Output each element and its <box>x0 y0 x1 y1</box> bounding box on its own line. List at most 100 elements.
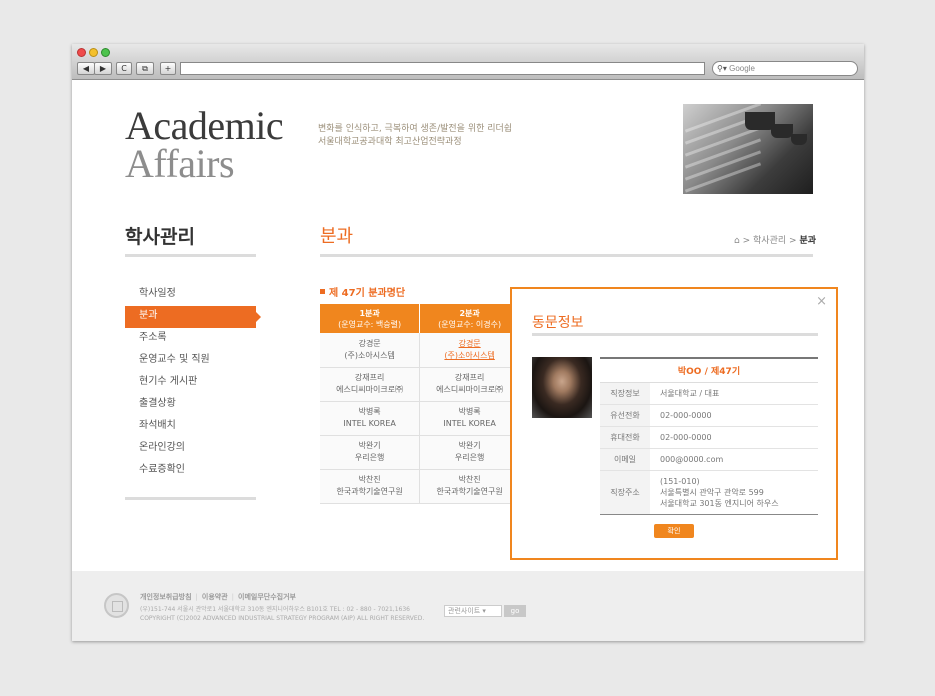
profile-photo <box>532 357 592 418</box>
member-org: 한국과학기술연구원 <box>436 487 503 496</box>
column-name: 2분과 <box>459 308 480 318</box>
column-name: 1분과 <box>359 308 380 318</box>
confirm-button[interactable]: 확인 <box>654 524 694 538</box>
browser-window: ◀ ▶ C ⧉ + ⚲▾ Google Academic Affairs 변화를… <box>72 44 864 641</box>
member-name: 박병록 <box>458 407 481 416</box>
member-cell[interactable]: 박완기우리은행 <box>419 435 520 470</box>
member-org: INTEL KOREA <box>343 419 396 428</box>
member-org: 우리은행 <box>354 453 385 462</box>
member-name: 박완기 <box>358 441 381 450</box>
sidebar-nav: 학사일정 분과 주소록 운영교수 및 직원 현기수 게시판 출결상황 좌석배치 … <box>125 284 261 482</box>
sidebar-item-board[interactable]: 현기수 게시판 <box>125 372 256 394</box>
breadcrumb-current: 분과 <box>799 236 816 246</box>
member-cell[interactable]: 박완기우리은행 <box>320 435 421 470</box>
member-org: 에스디씨마이크로㈜ <box>436 385 504 394</box>
member-org: INTEL KOREA <box>443 419 496 428</box>
sidebar-item-certificate[interactable]: 수료증확인 <box>125 460 256 482</box>
breadcrumb: ⌂ > 학사관리 > 분과 <box>734 233 816 246</box>
member-cell[interactable]: 박병록 INTEL KOREA <box>419 401 520 436</box>
popup-title-divider <box>532 333 818 336</box>
reload-button[interactable]: C <box>116 62 132 75</box>
member-cell[interactable]: 강경문 (주)소아시스템 <box>320 333 421 368</box>
footer-links: 개인정보취급방침 | 이용약관 | 이메일무단수집거부 <box>140 592 296 602</box>
detail-row: 유선전화 02-000-0000 <box>600 404 818 427</box>
sidebar-item-attendance[interactable]: 출결상황 <box>125 394 256 416</box>
table-row: 박병록 INTEL KOREA 박병록 INTEL KOREA <box>320 401 520 436</box>
member-name: 강경문 <box>358 338 381 348</box>
member-cell[interactable]: 박찬진 한국과학기술연구원 <box>320 469 421 504</box>
footer-copyright: COPYRIGHT (C)2002 ADVANCED INDUSTRIAL ST… <box>140 615 425 622</box>
member-cell[interactable]: 강재프리 에스디씨마이크로㈜ <box>419 367 520 402</box>
column-professor: (운영교수: 이경수) <box>438 319 502 329</box>
detail-label: 휴대전화 <box>600 426 650 449</box>
tagline-line1: 변화를 인식하고, 극복하여 생존/발전을 위한 리더쉽 <box>318 124 513 134</box>
table-row: 박찬진 한국과학기술연구원 박찬진 한국과학기술연구원 <box>320 469 520 504</box>
close-window-button[interactable] <box>77 48 86 57</box>
member-name: 강경문 <box>458 338 481 348</box>
sidebar-title-divider <box>125 254 256 257</box>
zoom-window-button[interactable] <box>101 48 110 57</box>
sidebar-title: 학사관리 <box>125 226 195 248</box>
detail-value: 000@0000.com <box>650 448 818 471</box>
tagline: 변화를 인식하고, 극복하여 생존/발전을 위한 리더쉽 서울대학교공과대학 최… <box>318 123 512 149</box>
bookmarks-button[interactable]: ⧉ <box>136 62 154 75</box>
new-tab-button[interactable]: + <box>160 62 176 75</box>
alumni-detail-table: 박OO / 제47기 직장정보 서울대학교 / 대표 유선전화 02-000-0… <box>600 357 818 515</box>
sidebar-item-online-lecture[interactable]: 온라인강의 <box>125 438 256 460</box>
member-name: 강재프리 <box>354 373 385 382</box>
column-professor: (운영교수: 백승렬) <box>338 319 402 329</box>
member-name: 박완기 <box>458 441 481 450</box>
email-policy-link[interactable]: 이메일무단수집거부 <box>238 593 296 601</box>
division-roster-table: 1분과 (운영교수: 백승렬) 2분과 (운영교수: 이경수) 강경문 (주)소아시스… <box>320 304 520 504</box>
terms-link[interactable]: 이용약관 <box>202 593 228 601</box>
address-line: (151-010) <box>660 476 700 486</box>
sidebar-item-schedule[interactable]: 학사일정 <box>125 284 256 306</box>
roster-column-header: 2분과 (운영교수: 이경수) <box>419 304 520 333</box>
member-name: 박병록 <box>358 407 381 416</box>
content-title-divider <box>320 254 813 257</box>
tagline-line2: 서울대학교공과대학 최고산업전략과정 <box>318 137 462 147</box>
address-bar[interactable] <box>180 62 705 75</box>
roster-header-row: 1분과 (운영교수: 백승렬) 2분과 (운영교수: 이경수) <box>320 304 520 333</box>
address-line: 서울대학교 301동 엔지니어 하우스 <box>660 498 779 508</box>
roster-title: 제 47기 분과명단 <box>320 284 405 299</box>
logo-affairs[interactable]: Affairs <box>125 144 235 184</box>
member-org: (주)소아시스템 <box>344 350 395 360</box>
sidebar-item-faculty-staff[interactable]: 운영교수 및 직원 <box>125 350 256 372</box>
square-bullet-icon <box>320 289 325 294</box>
roster-column-header: 1분과 (운영교수: 백승렬) <box>320 304 421 333</box>
minimize-window-button[interactable] <box>89 48 98 57</box>
detail-row: 직장정보 서울대학교 / 대표 <box>600 382 818 405</box>
breadcrumb-separator: > <box>742 236 751 246</box>
member-cell-selected[interactable]: 강경문 (주)소아시스템 <box>419 333 520 368</box>
search-icon: ⚲▾ <box>717 64 730 73</box>
back-button[interactable]: ◀ <box>77 62 95 75</box>
detail-row-address: 직장주소 (151-010) 서울특별시 관악구 관악로 599 서울대학교 3… <box>600 470 818 515</box>
related-sites-select[interactable]: 관련사이트 ▾ <box>444 605 502 617</box>
breadcrumb-parent[interactable]: 학사관리 <box>753 236 786 246</box>
roster-title-text: 제 47기 분과명단 <box>329 288 406 299</box>
member-cell[interactable]: 박병록 INTEL KOREA <box>320 401 421 436</box>
detail-row: 이메일 000@0000.com <box>600 448 818 471</box>
close-icon[interactable]: × <box>816 294 827 309</box>
logo-academic[interactable]: Academic <box>125 106 284 146</box>
member-org: (주)소아시스템 <box>444 350 495 360</box>
home-icon[interactable]: ⌂ <box>734 236 740 246</box>
sidebar-item-seating[interactable]: 좌석배치 <box>125 416 256 438</box>
popup-title: 동문정보 <box>532 315 584 331</box>
go-button[interactable]: go <box>504 605 526 617</box>
footer-address-line: (우)151-744 서울시 관악로1 서울대학교 310동 엔지니어하우스 B… <box>140 606 410 613</box>
member-cell[interactable]: 박찬진 한국과학기술연구원 <box>419 469 520 504</box>
search-placeholder: Google <box>729 64 755 73</box>
alumni-name: 박OO / 제47기 <box>600 357 818 383</box>
privacy-policy-link[interactable]: 개인정보취급방침 <box>140 593 192 601</box>
member-cell[interactable]: 강재프리 에스디씨마이크로㈜ <box>320 367 421 402</box>
search-input[interactable]: ⚲▾ Google <box>712 61 858 76</box>
sidebar-item-division[interactable]: 분과 <box>125 306 261 328</box>
footer-separator: | <box>231 593 235 601</box>
detail-value: 02-000-0000 <box>650 426 818 449</box>
sidebar-item-address-book[interactable]: 주소록 <box>125 328 256 350</box>
member-org: 우리은행 <box>454 453 485 462</box>
forward-button[interactable]: ▶ <box>94 62 112 75</box>
footer-separator: | <box>195 593 198 601</box>
